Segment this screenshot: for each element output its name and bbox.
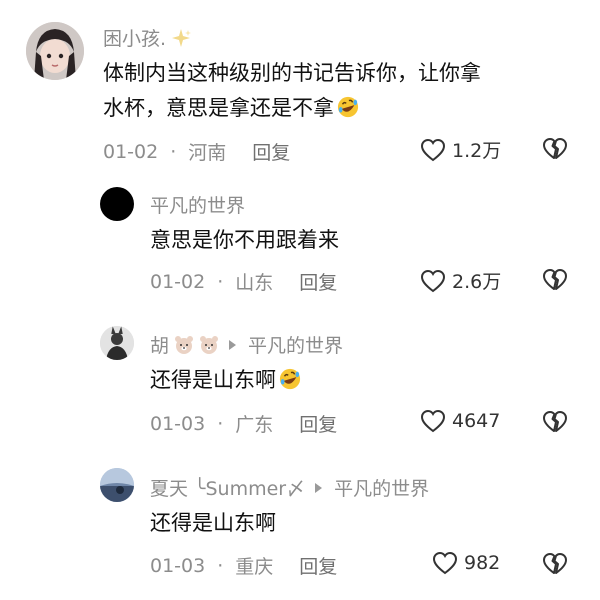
broken-heart-icon — [543, 553, 567, 574]
comment-author[interactable]: 平凡的世界 — [150, 191, 245, 218]
comment-text-line-2: 水杯，意思是拿还是不拿 — [103, 93, 481, 124]
comment-2: 平凡的世界 意思是你不用跟着来 01-02 · 山东 回复 2.6万 — [0, 180, 600, 310]
comment-text: 体制内当这种级别的书记告诉你，让你拿 水杯，意思是拿还是不拿 — [103, 58, 481, 124]
avatar[interactable] — [100, 468, 134, 502]
comment-text-line-1: 体制内当这种级别的书记告诉你，让你拿 — [103, 61, 481, 85]
comment-1: 困小孩. 体制内当这种级别的书记告诉你，让你拿 水杯，意思是拿还是不拿 01-0… — [0, 0, 600, 180]
like-button[interactable]: 982 — [432, 551, 500, 575]
reply-button[interactable]: 回复 — [299, 268, 337, 295]
like-count: 4647 — [452, 410, 501, 432]
meta-separator: · — [217, 270, 224, 293]
comment-location: 重庆 — [235, 556, 274, 578]
triangle-right-icon — [315, 482, 323, 493]
comment-meta: 01-02 · 河南 回复 — [103, 138, 290, 165]
comment-text: 意思是你不用跟着来 — [150, 228, 339, 252]
dislike-button[interactable] — [542, 268, 568, 296]
avatar[interactable] — [100, 187, 134, 221]
comment-location: 河南 — [188, 142, 227, 164]
dislike-button[interactable] — [542, 552, 568, 580]
comment-meta: 01-03 · 重庆 回复 — [150, 552, 337, 579]
comment-location: 山东 — [235, 272, 274, 294]
rolling-laughing-emoji — [279, 368, 301, 390]
broken-heart-icon — [543, 269, 567, 290]
reply-to-name[interactable]: 平凡的世界 — [248, 331, 343, 358]
author-name: 困小孩. — [103, 28, 167, 50]
comment-date: 01-02 — [103, 140, 159, 163]
comment-author[interactable]: 胡 平凡的世界 — [150, 331, 343, 358]
like-count: 1.2万 — [452, 140, 502, 162]
bear-emoji — [200, 335, 219, 354]
dislike-button[interactable] — [542, 137, 568, 165]
like-button[interactable]: 2.6万 — [420, 267, 501, 294]
avatar[interactable] — [100, 326, 134, 360]
like-button[interactable]: 4647 — [420, 409, 500, 433]
like-count: 982 — [464, 552, 501, 574]
heart-outline-icon — [420, 409, 446, 433]
reply-button[interactable]: 回复 — [299, 410, 337, 437]
heart-outline-icon — [420, 269, 446, 292]
meta-separator: · — [170, 140, 177, 163]
author-name: 夏天 ╰Summer〆 — [150, 478, 306, 500]
like-count: 2.6万 — [452, 271, 502, 293]
author-name: 胡 — [150, 335, 170, 357]
comment-text: 还得是山东啊 — [150, 511, 276, 535]
avatar[interactable] — [26, 22, 84, 80]
heart-outline-icon — [432, 551, 458, 575]
dislike-button[interactable] — [542, 410, 568, 438]
broken-heart-icon — [543, 138, 567, 159]
comment-date: 01-02 — [150, 270, 206, 293]
heart-outline-icon — [420, 138, 446, 161]
broken-heart-icon — [543, 411, 567, 432]
comment-4: 夏天 ╰Summer〆 平凡的世界 还得是山东啊 01-03 · 重庆 回复 9… — [0, 450, 600, 600]
triangle-right-icon — [229, 339, 237, 350]
meta-separator: · — [217, 554, 224, 577]
comment-meta: 01-02 · 山东 回复 — [150, 268, 337, 295]
author-name: 平凡的世界 — [150, 195, 246, 217]
reply-button[interactable]: 回复 — [252, 138, 290, 165]
bear-emoji — [175, 335, 194, 354]
like-button[interactable]: 1.2万 — [420, 136, 501, 163]
meta-separator: · — [217, 412, 224, 435]
comment-location: 广东 — [235, 414, 274, 436]
comment-author[interactable]: 困小孩. — [103, 24, 192, 51]
rolling-laughing-emoji — [337, 96, 359, 118]
comment-meta: 01-03 · 广东 回复 — [150, 410, 337, 437]
comment-date: 01-03 — [150, 412, 206, 435]
sparkle-icon — [172, 28, 192, 47]
reply-to-name[interactable]: 平凡的世界 — [334, 474, 429, 501]
comment-author[interactable]: 夏天 ╰Summer〆 平凡的世界 — [150, 474, 429, 501]
comment-text: 还得是山东啊 — [150, 365, 301, 396]
reply-button[interactable]: 回复 — [299, 552, 337, 579]
comment-date: 01-03 — [150, 554, 206, 577]
comment-3: 胡 平凡的世界 还得是山东啊 01-03 · 广东 回复 4647 — [0, 310, 600, 450]
